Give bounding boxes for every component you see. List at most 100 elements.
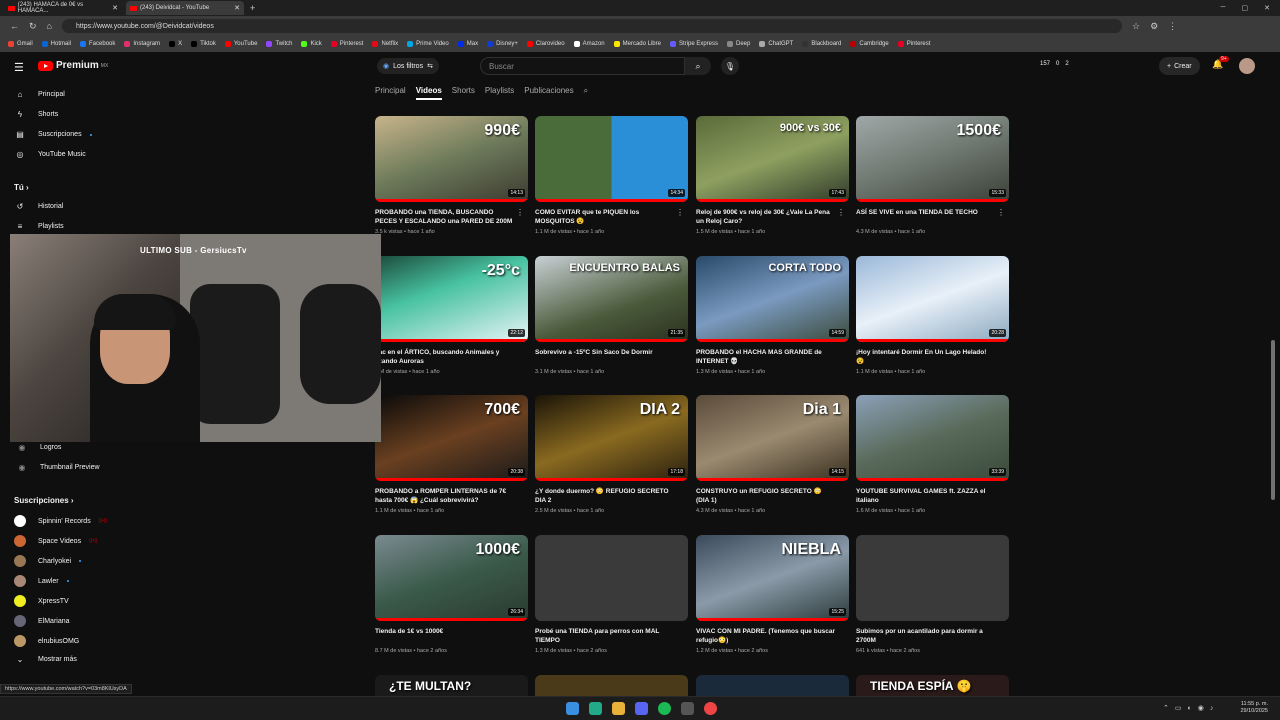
windows-start-icon[interactable] <box>566 702 579 715</box>
bookmark-item[interactable]: Disney+ <box>487 41 518 47</box>
home-icon[interactable]: ⌂ <box>47 21 52 31</box>
close-window-icon[interactable]: ✕ <box>1264 4 1270 12</box>
browser-tab-active[interactable]: (243) Deividcat - YouTube ✕ <box>126 1 244 15</box>
video-card[interactable]: 1000€ 26:34 Tienda de 1€ vs 1000€ 8.7 M de … <box>375 535 528 654</box>
sidebar-sub-lawler[interactable]: Lawler <box>14 575 69 587</box>
bookmark-item[interactable]: Twitch <box>266 41 292 47</box>
video-thumbnail[interactable] <box>856 535 1009 621</box>
video-thumbnail[interactable] <box>535 535 688 621</box>
sidebar-show-more[interactable]: ⌄ Mostrar más <box>14 655 77 664</box>
bookmark-item[interactable]: Instagram <box>124 41 160 47</box>
sidebar-sub-elrubius[interactable]: elrubiusOMG <box>14 635 79 647</box>
create-button[interactable]: + Crear <box>1159 57 1200 75</box>
bookmark-item[interactable]: Prime Video <box>407 41 449 47</box>
video-card[interactable]: 700€ 20:38 PROBANDO a ROMPER LINTERNAS de … <box>375 395 528 514</box>
channel-search-icon[interactable]: ⌕ <box>584 86 588 100</box>
more-options-icon[interactable]: ⋮ <box>676 208 684 217</box>
bookmark-item[interactable]: Amazon <box>573 41 605 47</box>
file-explorer-icon[interactable] <box>612 702 625 715</box>
video-title[interactable]: Tienda de 1€ vs 1000€ <box>375 627 515 645</box>
video-thumbnail[interactable]: Dia 1 14:15 <box>696 395 849 481</box>
tab-playlists[interactable]: Playlists <box>485 86 514 100</box>
video-thumbnail[interactable]: 990€ 14:13 <box>375 116 528 202</box>
bookmark-item[interactable]: Cambridge <box>850 41 889 47</box>
video-thumbnail[interactable]: 700€ 20:38 <box>375 395 528 481</box>
video-card[interactable]: ENCUENTRO BALAS 21:35 Sobrevivo a -15ºC Si… <box>535 256 688 375</box>
bookmark-item[interactable]: Deep <box>727 41 750 47</box>
video-title[interactable]: ¿Y donde duermo? 😳 REFUGIO SECRETO DIA 2 <box>535 487 675 505</box>
search-icon[interactable]: ⌕ <box>685 57 711 75</box>
tab-videos[interactable]: Videos <box>415 86 442 100</box>
maximize-icon[interactable]: ▢ <box>1242 4 1249 12</box>
bookmark-item[interactable]: Clarovideo <box>526 41 565 47</box>
more-options-icon[interactable]: ⋮ <box>997 208 1005 217</box>
bookmark-item[interactable]: Blackboard <box>802 41 841 47</box>
notifications-bell-icon[interactable]: 🔔 9+ <box>1212 56 1229 70</box>
bookmark-item[interactable]: Tiktok <box>191 41 216 47</box>
sidebar-sub-elmariana[interactable]: ElMariana <box>14 615 70 627</box>
video-thumbnail[interactable]: DIA 2 17:18 <box>535 395 688 481</box>
menu-icon[interactable]: ⋮ <box>1168 21 1177 32</box>
tab-principal[interactable]: Principal <box>375 86 406 100</box>
video-thumbnail[interactable]: 33:39 <box>856 395 1009 481</box>
video-title[interactable]: PROBANDO el HACHA MAS GRANDE de INTERNET… <box>696 348 836 366</box>
sidebar-sub-xpresstv[interactable]: XpressTV <box>14 595 69 607</box>
video-title[interactable]: YOUTUBE SURVIVAL GAMES ft. ZAZZA el ital… <box>856 487 996 505</box>
video-card[interactable]: 900€ vs 30€ 17:43 Reloj de 900€ vs reloj d… <box>696 116 849 235</box>
video-card[interactable]: Dia 1 14:15 CONSTRUYO un REFUGIO SECRETO 😳… <box>696 395 849 514</box>
search-input[interactable]: Buscar <box>480 57 685 75</box>
chrome-icon[interactable] <box>704 702 717 715</box>
video-card[interactable]: 20:28 ¡Hoy intentaré Dormir En Un Lago He… <box>856 256 1009 375</box>
sidebar-item-music[interactable]: ◎ YouTube Music <box>14 150 86 159</box>
sidebar-item-principal[interactable]: ⌂ Principal <box>14 90 65 99</box>
sidebar-item-subscriptions[interactable]: ▤ Suscripciones <box>14 130 92 139</box>
video-title[interactable]: ASÍ SE VIVE en una TIENDA DE TECHO <box>856 208 996 226</box>
close-tab-icon[interactable]: ✕ <box>112 4 118 12</box>
system-tray-icons[interactable]: ⌃▭◐◉♪ <box>1163 704 1219 712</box>
bookmark-item[interactable]: Max <box>457 41 478 47</box>
bookmark-item[interactable]: ChatGPT <box>759 41 793 47</box>
bookmark-item[interactable]: Hotmail <box>41 41 71 47</box>
bookmark-item[interactable]: Facebook <box>80 41 115 47</box>
video-thumbnail[interactable]: CORTA TODO 14:59 <box>696 256 849 342</box>
video-card[interactable]: DIA 2 17:18 ¿Y donde duermo? 😳 REFUGIO SEC… <box>535 395 688 514</box>
video-thumbnail[interactable]: 14:34 <box>535 116 688 202</box>
sidebar-item-logros[interactable]: ◉ Logros <box>16 443 62 452</box>
sidebar-item-shorts[interactable]: ϟ Shorts <box>14 110 58 119</box>
video-title[interactable]: Probé una TIENDA para perros con MAL TIE… <box>535 627 675 645</box>
video-thumbnail[interactable]: ¿TE MULTAN? <box>375 675 528 696</box>
minimize-icon[interactable]: ─ <box>1221 4 1226 12</box>
video-thumbnail[interactable]: 20:28 <box>856 256 1009 342</box>
sidebar-subs-header[interactable]: Suscripciones › <box>14 496 74 505</box>
new-tab-icon[interactable]: + <box>250 3 255 13</box>
video-card[interactable]: CORTA TODO 14:59 PROBANDO el HACHA MAS GRA… <box>696 256 849 375</box>
microphone-icon[interactable]: 🎙 <box>721 57 739 75</box>
video-thumbnail[interactable]: 1500€ 15:33 <box>856 116 1009 202</box>
close-tab-icon[interactable]: ✕ <box>234 4 240 12</box>
bookmark-item[interactable]: Pinterest <box>897 41 930 47</box>
url-field[interactable]: https://www.youtube.com/@Deividcat/video… <box>61 19 1122 33</box>
sidebar-sub-spinnin[interactable]: Spinnin' Records ((•)) <box>14 515 107 527</box>
video-title[interactable]: VIVAC CON MI PADRE. (Tenemos que buscar … <box>696 627 836 645</box>
video-title[interactable]: Sobrevivo a -15ºC Sin Saco De Dormir <box>535 348 675 366</box>
video-card[interactable]: Probé una TIENDA para perros con MAL TIE… <box>535 535 688 654</box>
video-title[interactable]: CONSTRUYO un REFUGIO SECRETO 😳 (DIA 1) <box>696 487 836 505</box>
bookmark-item[interactable]: X <box>169 41 182 47</box>
video-card[interactable] <box>696 675 849 696</box>
edge-icon[interactable] <box>589 702 602 715</box>
video-title[interactable]: COMO EVITAR que te PIQUEN los MOSQUITOS … <box>535 208 675 226</box>
video-title[interactable]: Subimos por un acantilado para dormir a … <box>856 627 996 645</box>
video-title[interactable]: PROBANDO a ROMPER LINTERNAS de 7€ hasta … <box>375 487 515 505</box>
video-title[interactable]: PROBANDO una TIENDA, BUSCANDO PECES Y ES… <box>375 208 515 226</box>
video-card[interactable]: 990€ 14:13 PROBANDO una TIENDA, BUSCANDO P… <box>375 116 528 235</box>
video-card[interactable]: 1500€ 15:33 ASÍ SE VIVE en una TIENDA DE T… <box>856 116 1009 235</box>
more-options-icon[interactable]: ⋮ <box>837 208 845 217</box>
video-thumbnail[interactable]: TIENDA ESPÍA 🤫 <box>856 675 1009 696</box>
bookmark-item[interactable]: Pinterest <box>330 41 363 47</box>
video-title[interactable]: Reloj de 900€ vs reloj de 30€ ¿Vale La P… <box>696 208 836 226</box>
sidebar-item-history[interactable]: ↺ Historial <box>14 202 64 211</box>
sidebar-sub-space-videos[interactable]: Space Videos ((•)) <box>14 535 98 547</box>
video-card[interactable]: 33:39 YOUTUBE SURVIVAL GAMES ft. ZAZZA el… <box>856 395 1009 514</box>
tab-publicaciones[interactable]: Publicaciones <box>524 86 573 100</box>
video-card[interactable] <box>535 675 688 696</box>
